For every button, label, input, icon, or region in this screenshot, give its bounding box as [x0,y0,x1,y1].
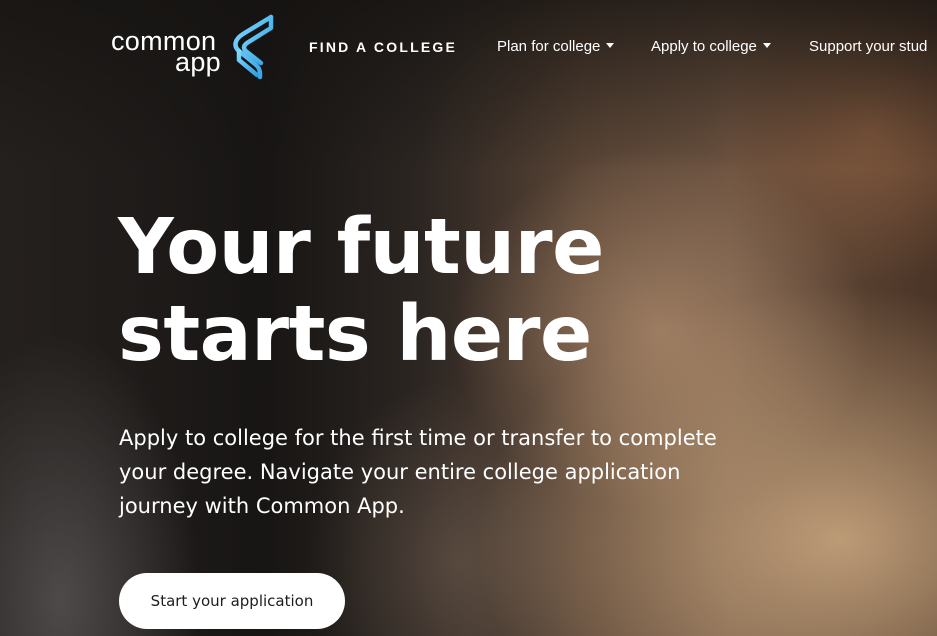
logo-text-app: app [175,47,221,77]
common-app-logo[interactable]: common app [111,14,281,80]
caret-down-icon [762,43,771,48]
nav-apply-to-college[interactable]: Apply to college [651,38,771,56]
caret-down-icon [606,43,615,48]
nav-plan-for-college-label: Plan for college [497,38,601,55]
hero-title: Your future starts here [118,204,718,378]
hero-title-line-1: Your future [118,203,604,292]
nav-apply-to-college-label: Apply to college [651,38,757,55]
nav-plan-for-college[interactable]: Plan for college [497,38,615,56]
nav-find-a-college[interactable]: FIND A COLLEGE [309,38,457,56]
start-application-button[interactable]: Start your application [119,573,345,629]
hero-description: Apply to college for the first time or t… [119,426,717,518]
nav-support-your-students[interactable]: Support your stud [809,38,927,56]
site-header: common app FIND A COLLEGE Plan for colle… [0,0,937,95]
common-app-logo-mark-icon [233,14,274,80]
hero-title-line-2: starts here [118,290,592,379]
